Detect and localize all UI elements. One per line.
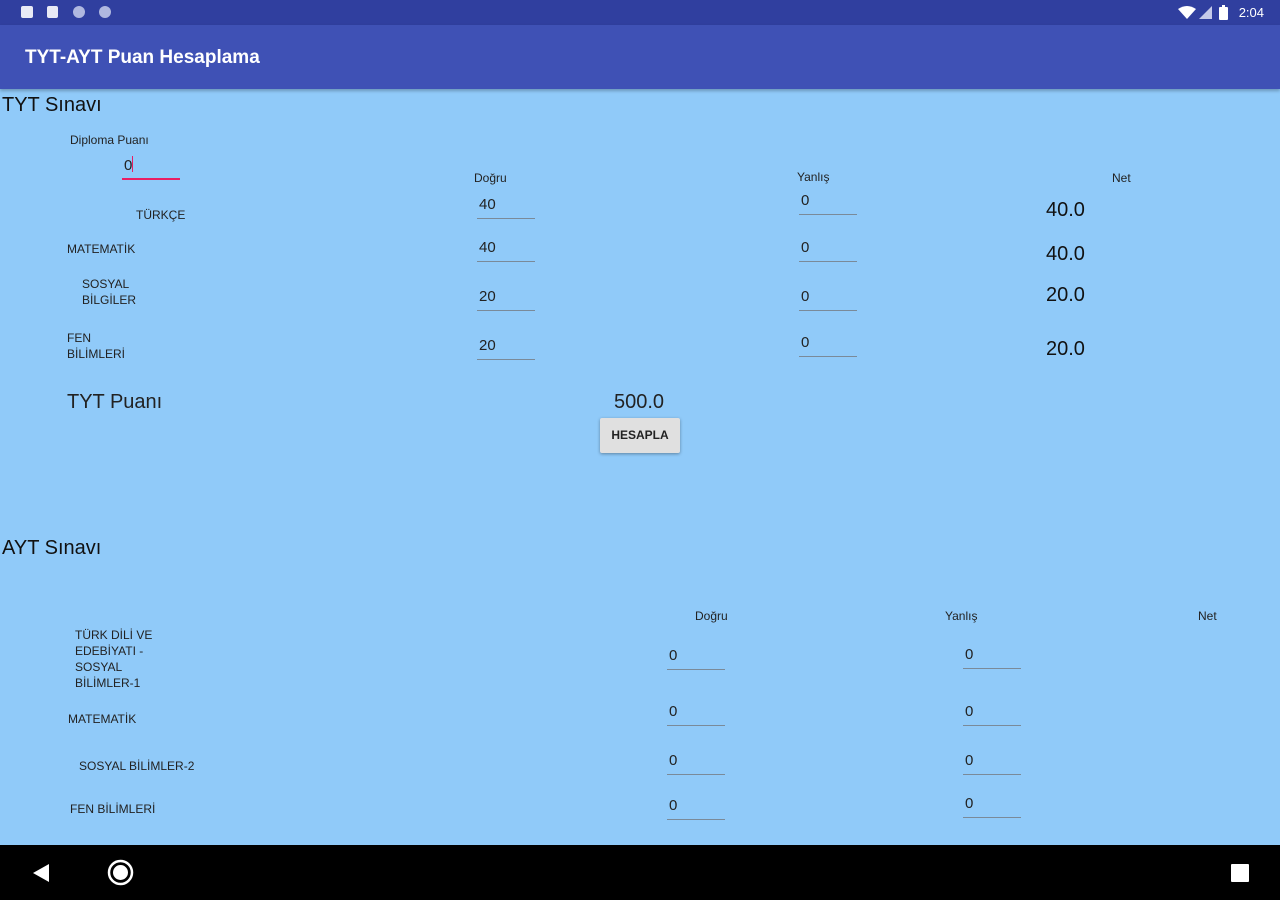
tyt-row-label-matematik: MATEMATİK	[67, 242, 136, 256]
ayt-row-label-sosyal-2: SOSYAL BİLİMLER-2	[79, 759, 195, 773]
ayt-sosyal-2-yanlis-input[interactable]: 0	[963, 752, 1021, 775]
signal-icon	[1199, 6, 1212, 19]
ayt-fen-dogru-input[interactable]: 0	[667, 797, 725, 820]
tyt-fen-dogru-input[interactable]: 20	[477, 337, 535, 360]
tyt-header-dogru: Doğru	[474, 171, 507, 185]
tyt-header-yanlis: Yanlış	[797, 170, 830, 184]
ayt-fen-yanlis-input[interactable]: 0	[963, 795, 1021, 818]
ayt-turk-dili-dogru-input[interactable]: 0	[667, 647, 725, 670]
recents-icon[interactable]	[1231, 864, 1249, 882]
ayt-header-net: Net	[1198, 609, 1217, 623]
ayt-matematik-yanlis-input[interactable]: 0	[963, 703, 1021, 726]
text-cursor	[132, 156, 134, 172]
tyt-section-title: TYT Sınavı	[2, 94, 102, 116]
back-icon[interactable]	[32, 863, 50, 883]
tyt-fen-yanlis-input[interactable]: 0	[799, 334, 857, 357]
ayt-turk-dili-yanlis-input[interactable]: 0	[963, 646, 1021, 669]
tyt-matematik-net: 40.0	[1046, 243, 1085, 265]
tyt-turkce-net: 40.0	[1046, 199, 1085, 221]
ayt-header-dogru: Doğru	[695, 609, 728, 623]
app-bar: TYT-AYT Puan Hesaplama	[0, 25, 1280, 89]
battery-icon	[1219, 5, 1228, 20]
tyt-fen-net: 20.0	[1046, 338, 1085, 360]
ayt-sosyal-2-dogru-input[interactable]: 0	[667, 752, 725, 775]
hesapla-button[interactable]: HESAPLA	[600, 418, 680, 453]
ayt-section-title: AYT Sınavı	[2, 537, 102, 559]
tyt-turkce-yanlis-input[interactable]: 0	[799, 192, 857, 215]
tyt-matematik-yanlis-input[interactable]: 0	[799, 239, 857, 262]
clock: 2:04	[1238, 5, 1264, 20]
ayt-row-label-matematik: MATEMATİK	[68, 712, 137, 726]
ayt-row-label-turk-dili: TÜRK DİLİ VE EDEBİYATI - SOSYAL BİLİMLER…	[75, 628, 153, 690]
tyt-row-label-turkce: TÜRKÇE	[136, 208, 186, 222]
diploma-input[interactable]: 0	[122, 156, 180, 180]
tyt-row-label-fen: FEN BİLİMLERİ	[67, 331, 126, 361]
tyt-score-label: TYT Puanı	[67, 391, 163, 413]
sync-icon	[99, 6, 111, 18]
tyt-matematik-dogru-input[interactable]: 40	[477, 239, 535, 262]
status-bar: 2:04	[0, 0, 1280, 25]
wifi-icon	[1178, 6, 1196, 19]
tyt-sosyal-dogru-input[interactable]: 20	[477, 288, 535, 311]
ayt-row-label-fen: FEN BİLİMLERİ	[70, 802, 156, 816]
tyt-turkce-dogru-input[interactable]: 40	[477, 196, 535, 219]
home-icon[interactable]	[107, 859, 134, 886]
notification-icon	[21, 6, 33, 18]
diploma-label: Diploma Puanı	[70, 133, 149, 147]
tyt-sosyal-net: 20.0	[1046, 284, 1085, 306]
navigation-bar	[0, 845, 1280, 900]
tyt-header-net: Net	[1112, 171, 1131, 185]
app-title: TYT-AYT Puan Hesaplama	[25, 47, 260, 68]
ayt-header-yanlis: Yanlış	[945, 609, 978, 623]
sync-icon	[73, 6, 85, 18]
tyt-row-label-sosyal: SOSYAL BİLGİLER	[82, 277, 137, 307]
sd-card-icon	[47, 6, 58, 18]
tyt-score-value: 500.0	[614, 391, 665, 413]
tyt-sosyal-yanlis-input[interactable]: 0	[799, 288, 857, 311]
ayt-matematik-dogru-input[interactable]: 0	[667, 703, 725, 726]
